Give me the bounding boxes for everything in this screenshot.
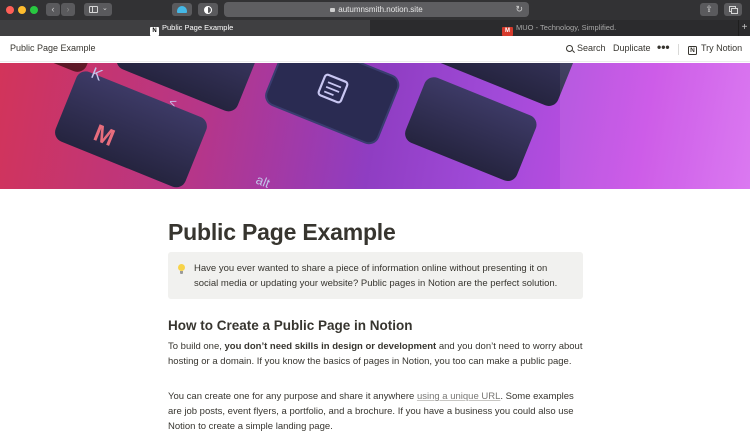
- page-cover-image: M K < alt: [0, 63, 750, 189]
- try-notion-button[interactable]: N Try Notion: [688, 43, 742, 55]
- privacy-shield-button[interactable]: [198, 3, 218, 16]
- page-title: Public Page Example: [168, 219, 396, 245]
- tab-public-page-example[interactable]: N Public Page Example: [0, 20, 370, 36]
- notion-logo-icon: N: [688, 46, 697, 55]
- paragraph: You can create one for any purpose and s…: [168, 389, 583, 434]
- new-tab-button[interactable]: +: [738, 20, 750, 36]
- share-button[interactable]: ⇪: [700, 3, 718, 16]
- chevron-down-icon: ⌄: [102, 5, 108, 12]
- notion-favicon-icon: N: [150, 27, 159, 36]
- lock-icon: [330, 8, 336, 12]
- address-bar[interactable]: autumnsmith.notion.site ↻: [224, 2, 529, 17]
- search-button[interactable]: Search: [566, 43, 606, 53]
- svg-text:alt: alt: [254, 172, 273, 189]
- sidebar-icon: [89, 6, 98, 13]
- keyboard-illustration: M K < alt: [0, 63, 750, 189]
- callout-text: Have you ever wanted to share a piece of…: [194, 263, 558, 289]
- sidebar-toggle-button[interactable]: ⌄: [84, 3, 112, 16]
- paragraph-text: To build one,: [168, 341, 225, 352]
- chevron-right-icon: ›: [66, 4, 70, 14]
- unique-url-link[interactable]: using a unique URL: [417, 391, 500, 402]
- reload-icon[interactable]: ↻: [515, 2, 523, 17]
- close-window-button[interactable]: [6, 6, 14, 14]
- back-button[interactable]: ‹: [46, 3, 60, 16]
- callout-block: Have you ever wanted to share a piece of…: [168, 252, 583, 299]
- section-heading: How to Create a Public Page in Notion: [168, 318, 413, 333]
- tab-strip: N Public Page Example M MUO - Technology, …: [0, 20, 750, 36]
- chevron-left-icon: ‹: [51, 4, 55, 14]
- forward-button[interactable]: ›: [61, 3, 75, 16]
- tab-title: Public Page Example: [162, 23, 234, 32]
- duplicate-button[interactable]: Duplicate: [613, 43, 651, 53]
- extension-icon: [177, 6, 187, 13]
- try-notion-label: Try Notion: [701, 43, 743, 53]
- tab-muo[interactable]: M MUO - Technology, Simplified.: [372, 20, 737, 36]
- extension-button[interactable]: [172, 3, 192, 16]
- shield-icon: [204, 6, 212, 14]
- minimize-window-button[interactable]: [18, 6, 26, 14]
- search-icon: [566, 45, 573, 52]
- search-label: Search: [577, 43, 606, 53]
- tab-title: MUO - Technology, Simplified.: [516, 23, 617, 32]
- browser-toolbar: ‹ › ⌄ autumnsmith.notion.site ↻ ⇪: [0, 0, 750, 20]
- divider: [678, 44, 679, 55]
- notion-topbar: Public Page Example Search Duplicate •••…: [0, 36, 750, 62]
- paragraph: To build one, you don’t need skills in d…: [168, 339, 583, 369]
- breadcrumb[interactable]: Public Page Example: [10, 43, 96, 53]
- more-options-button[interactable]: •••: [657, 40, 670, 54]
- browser-chrome: ‹ › ⌄ autumnsmith.notion.site ↻ ⇪ N Publi…: [0, 0, 750, 36]
- tab-overview-button[interactable]: [724, 3, 742, 16]
- muo-favicon-icon: M: [502, 27, 513, 36]
- share-icon: ⇪: [705, 4, 713, 14]
- maximize-window-button[interactable]: [30, 6, 38, 14]
- paragraph-bold-text: you don’t need skills in design or devel…: [224, 341, 437, 352]
- paragraph-text: You can create one for any purpose and s…: [168, 391, 417, 402]
- plus-icon: +: [741, 22, 748, 33]
- url-text: autumnsmith.notion.site: [338, 5, 423, 14]
- lightbulb-icon: [178, 264, 185, 274]
